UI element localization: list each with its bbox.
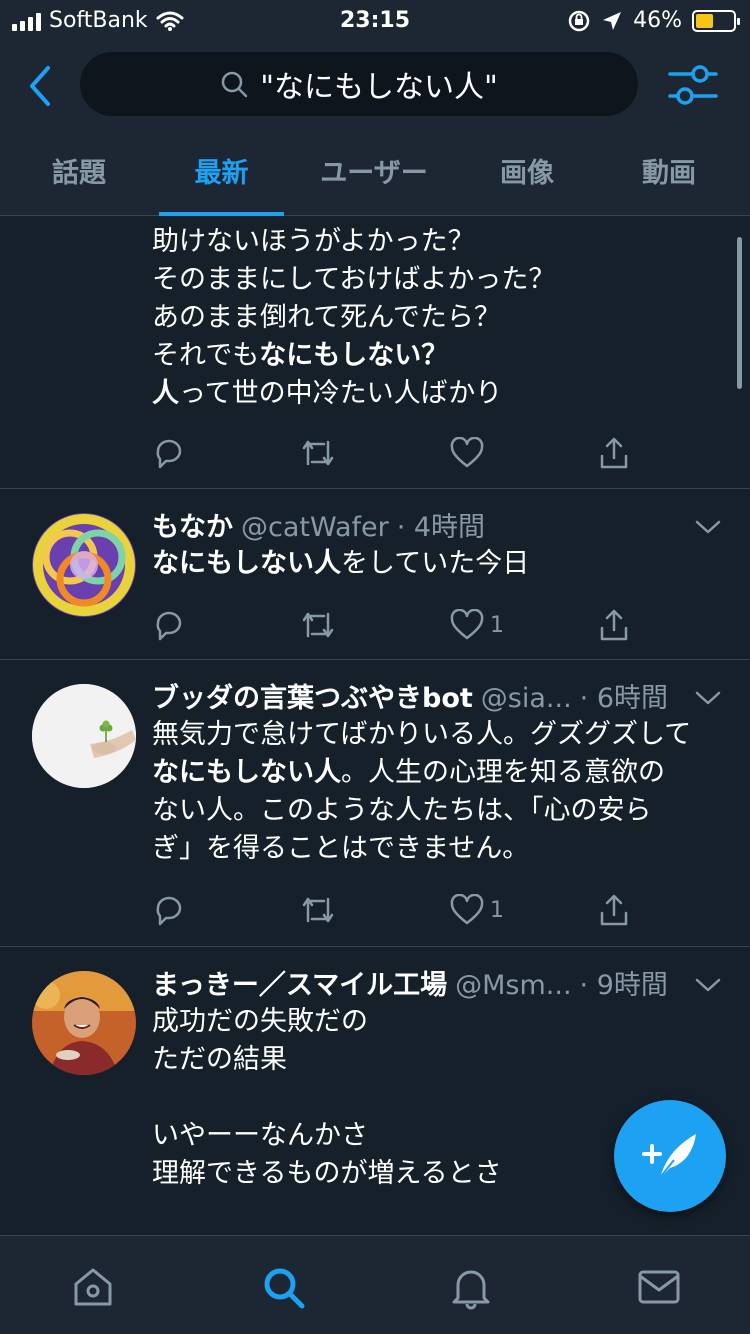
search-icon[interactable] bbox=[260, 1264, 306, 1310]
tweet-time: · 6時間 bbox=[579, 683, 669, 714]
search-query: "なにもしない人" bbox=[260, 70, 498, 105]
compose-tweet-button[interactable] bbox=[614, 1100, 726, 1212]
bottom-tab-bar bbox=[0, 1235, 750, 1334]
tweet-item[interactable]: 助けないほうがよかった？ そのままにしておけばよかった？ あのまま倒れて死んでた… bbox=[0, 217, 750, 489]
display-name[interactable]: まっきー／スマイル工場 bbox=[152, 963, 447, 1002]
like-button[interactable]: 1 bbox=[450, 605, 504, 645]
tweet-text-line: ぎ」を得ることはできません。 bbox=[152, 833, 530, 864]
retweet-button[interactable] bbox=[300, 605, 336, 645]
status-right: 46% bbox=[567, 8, 740, 33]
tweet-item[interactable]: もなか @catWafer · 4時間 なにもしない人をしていた今日 1 bbox=[0, 489, 750, 660]
search-tabs: 話題 最新 ユーザー 画像 動画 bbox=[0, 138, 750, 216]
user-handle[interactable]: @Msm... bbox=[455, 970, 571, 1001]
sliders-icon[interactable] bbox=[668, 62, 718, 108]
like-button[interactable]: 1 bbox=[450, 890, 504, 930]
share-button[interactable] bbox=[598, 433, 630, 473]
rotation-lock-icon bbox=[568, 10, 590, 31]
like-button[interactable] bbox=[450, 433, 490, 473]
bell-icon[interactable] bbox=[448, 1264, 494, 1310]
share-icon bbox=[600, 894, 628, 926]
avatar[interactable] bbox=[32, 513, 136, 617]
retweet-icon bbox=[302, 440, 334, 466]
share-button[interactable] bbox=[598, 605, 630, 645]
chevron-down-icon[interactable] bbox=[694, 688, 722, 708]
retweet-button[interactable] bbox=[300, 890, 336, 930]
tweet-header: もなか @catWafer · 4時間 bbox=[152, 505, 690, 545]
tab-latest[interactable]: 最新 bbox=[159, 138, 284, 216]
reply-button[interactable] bbox=[152, 605, 186, 645]
tweet-item[interactable]: ブッダの言葉つぶやきbot @sia... · 6時間 無気力で怠けてばかりいる… bbox=[0, 660, 750, 947]
display-name[interactable]: もなか bbox=[152, 505, 233, 544]
heart-icon bbox=[450, 609, 484, 640]
tweet-time: · 9時間 bbox=[579, 970, 668, 1001]
back-chevron-icon[interactable] bbox=[24, 64, 60, 108]
tweet-text-line: ただの結果 bbox=[152, 1044, 287, 1075]
status-bar: SoftBank 23:15 46% bbox=[0, 0, 750, 42]
like-count: 1 bbox=[490, 897, 504, 923]
tab-photos[interactable]: 画像 bbox=[462, 138, 592, 216]
reply-icon bbox=[156, 611, 182, 641]
tweet-text-line: あのまま倒れて死んでたら？ bbox=[152, 302, 501, 333]
location-arrow-icon bbox=[603, 11, 622, 30]
chevron-down-icon[interactable] bbox=[694, 517, 722, 537]
tweet-text-line: 理解できるものが増えるとさ bbox=[152, 1158, 502, 1189]
home-icon[interactable] bbox=[70, 1264, 116, 1310]
chevron-down-icon[interactable] bbox=[694, 975, 722, 995]
user-handle[interactable]: @catWafer bbox=[241, 512, 389, 543]
user-handle[interactable]: @sia... bbox=[481, 683, 572, 714]
avatar[interactable] bbox=[32, 684, 136, 788]
search-input[interactable]: "なにもしない人" bbox=[80, 52, 638, 116]
tweet-text-line: それでもなにもしない？ bbox=[152, 340, 449, 371]
retweet-icon bbox=[302, 612, 334, 638]
tab-top[interactable]: 話題 bbox=[14, 138, 144, 216]
tweet-actions bbox=[152, 433, 632, 473]
share-icon bbox=[600, 437, 628, 469]
reply-button[interactable] bbox=[152, 433, 186, 473]
battery-percent: 46% bbox=[633, 8, 682, 33]
heart-icon bbox=[450, 437, 484, 468]
tweet-text-line: 無気力で怠けてばかりいる人。グズグズして bbox=[152, 719, 692, 750]
heart-icon bbox=[450, 894, 484, 925]
display-name[interactable]: ブッダの言葉つぶやきbot bbox=[152, 676, 473, 715]
tweet-text-line: ない人。このような人たちは、「心の安ら bbox=[152, 795, 652, 826]
tab-videos[interactable]: 動画 bbox=[604, 138, 734, 216]
tweet-header: ブッダの言葉つぶやきbot @sia... · 6時間 bbox=[152, 676, 690, 716]
tweet-text-line: 成功だの失敗だの bbox=[152, 1006, 368, 1037]
tweet-text-line: なにもしない人をしていた今日 bbox=[152, 548, 530, 579]
tweet-text-line: そのままにしておけばよかった？ bbox=[152, 264, 556, 295]
battery-icon bbox=[692, 9, 740, 32]
search-header: "なにもしない人" 話題 最新 ユーザー 画像 動画 bbox=[0, 42, 750, 216]
share-icon bbox=[600, 609, 628, 641]
reply-icon bbox=[156, 896, 182, 926]
tweet-actions: 1 bbox=[152, 890, 632, 930]
share-button[interactable] bbox=[598, 890, 630, 930]
tweet-text-line: 助けないほうがよかった？ bbox=[152, 226, 475, 257]
avatar[interactable] bbox=[32, 971, 136, 1075]
reply-button[interactable] bbox=[152, 890, 186, 930]
tab-people[interactable]: ユーザー bbox=[304, 138, 444, 216]
mail-icon[interactable] bbox=[636, 1264, 682, 1310]
tweet-text-line: なにもしない人。人生の心理を知る意欲の bbox=[152, 757, 665, 788]
retweet-icon bbox=[302, 897, 334, 923]
like-count: 1 bbox=[490, 612, 504, 638]
tweet-text-line: 人って世の中冷たい人ばかり bbox=[152, 378, 503, 409]
reply-icon bbox=[156, 439, 182, 469]
tweet-time: · 4時間 bbox=[396, 512, 486, 543]
tweet-text-line: いやーーなんかさ bbox=[152, 1120, 368, 1151]
tweet-feed[interactable]: 助けないほうがよかった？ そのままにしておけばよかった？ あのまま倒れて死んでた… bbox=[0, 217, 750, 1235]
retweet-button[interactable] bbox=[300, 433, 336, 473]
tweet-actions: 1 bbox=[152, 605, 632, 645]
tweet-header: まっきー／スマイル工場 @Msm... · 9時間 bbox=[152, 963, 690, 1003]
search-icon bbox=[221, 71, 248, 98]
compose-feather-icon bbox=[642, 1134, 696, 1181]
